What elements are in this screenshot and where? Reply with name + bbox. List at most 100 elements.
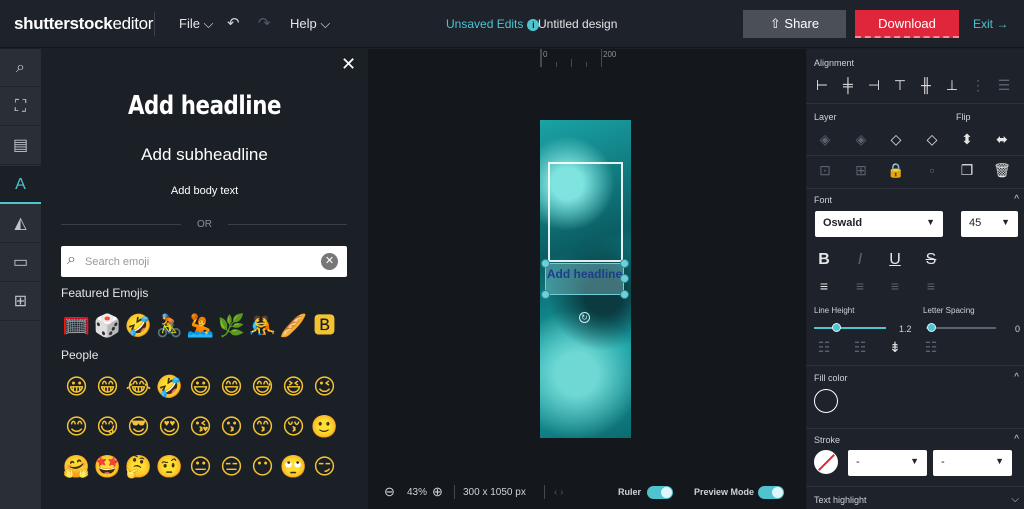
- clear-search-icon[interactable]: ✕: [321, 253, 338, 270]
- align-top-icon[interactable]: ⊤: [890, 77, 910, 94]
- emoji-item[interactable]: 😆: [278, 372, 309, 403]
- file-menu[interactable]: File ⌵: [179, 16, 213, 32]
- emoji-item[interactable]: 🥖: [278, 311, 309, 342]
- resize-handle[interactable]: [620, 290, 629, 299]
- zoom-level[interactable]: 43%: [407, 487, 427, 498]
- unsaved-edits-status[interactable]: Unsaved Edits i: [446, 17, 540, 31]
- emoji-item[interactable]: 😶: [247, 452, 278, 483]
- numbered-list-icon[interactable]: ☷: [850, 339, 870, 356]
- font-family-select[interactable]: Oswald ▼: [815, 211, 943, 237]
- emoji-item[interactable]: 😐: [185, 452, 216, 483]
- chevron-up-icon[interactable]: ^: [1014, 194, 1019, 205]
- app-logo[interactable]: shutterstockeditor: [14, 14, 153, 34]
- chevron-down-icon[interactable]: ⌵: [1011, 494, 1019, 505]
- zoom-out-icon[interactable]: ⊖: [384, 484, 395, 500]
- group-icon[interactable]: ⊡: [815, 162, 835, 179]
- add-subheadline-button[interactable]: Add subheadline: [41, 145, 368, 165]
- emoji-item[interactable]: 🅱: [309, 311, 340, 342]
- emoji-item[interactable]: 😍: [154, 412, 185, 443]
- add-body-text-button[interactable]: Add body text: [41, 185, 368, 197]
- emoji-item[interactable]: 🤣: [154, 372, 185, 403]
- align-center-icon[interactable]: ╪: [838, 77, 858, 93]
- distribute-horizontal-icon[interactable]: ⋮: [968, 77, 988, 94]
- send-backward-icon[interactable]: ◈: [851, 131, 871, 148]
- flip-vertical-icon[interactable]: ⬍: [957, 131, 977, 148]
- fill-color-swatch[interactable]: [814, 389, 838, 413]
- add-headline-button[interactable]: Add headline: [70, 91, 338, 121]
- text-align-center-icon[interactable]: ≡: [850, 278, 870, 294]
- emoji-item[interactable]: 😅: [247, 372, 278, 403]
- stroke-width-select[interactable]: - ▼: [848, 450, 927, 476]
- search-icon[interactable]: ⌕: [0, 49, 41, 87]
- chevron-up-icon[interactable]: ^: [1014, 434, 1019, 445]
- emoji-item[interactable]: 😁: [92, 372, 123, 403]
- underline-icon[interactable]: U: [885, 251, 905, 269]
- crop-object-icon[interactable]: ▫: [922, 162, 942, 178]
- folder-icon[interactable]: ▭: [0, 244, 41, 282]
- send-to-back-icon[interactable]: ◈: [815, 131, 835, 148]
- emoji-item[interactable]: 🤩: [92, 452, 123, 483]
- emoji-item[interactable]: 🤨: [154, 452, 185, 483]
- bring-to-front-icon[interactable]: ◇: [922, 131, 942, 148]
- resize-handle[interactable]: [541, 290, 550, 299]
- italic-icon[interactable]: I: [850, 251, 870, 269]
- emoji-item[interactable]: 😊: [61, 412, 92, 443]
- emoji-item[interactable]: 🌿: [216, 311, 247, 342]
- emoji-item[interactable]: 🙄: [278, 452, 309, 483]
- letter-spacing-thumb[interactable]: [927, 323, 936, 332]
- canvas-headline-text[interactable]: Add headline: [545, 267, 624, 281]
- share-button[interactable]: ⇧ Share: [743, 10, 846, 38]
- emoji-item[interactable]: 😂: [123, 372, 154, 403]
- line-height-thumb[interactable]: [832, 323, 841, 332]
- emoji-item[interactable]: 😀: [61, 372, 92, 403]
- text-icon[interactable]: A: [0, 166, 41, 204]
- stroke-color-swatch[interactable]: [814, 450, 838, 474]
- exit-link[interactable]: Exit →: [973, 17, 1008, 31]
- emoji-item[interactable]: 🎲: [92, 311, 123, 342]
- emoji-search-input[interactable]: [85, 252, 315, 271]
- emoji-item[interactable]: 😏: [309, 452, 340, 483]
- emoji-item[interactable]: 🥅: [61, 311, 92, 342]
- undo-icon[interactable]: ↶: [227, 14, 240, 32]
- text-align-right-icon[interactable]: ≡: [885, 278, 905, 294]
- font-size-select[interactable]: 45 ▼: [961, 211, 1018, 237]
- emoji-item[interactable]: 🤔: [123, 452, 154, 483]
- distribute-vertical-icon[interactable]: ☰: [994, 77, 1014, 94]
- bring-forward-icon[interactable]: ◇: [886, 131, 906, 148]
- emoji-item[interactable]: 😉: [309, 372, 340, 403]
- add-image-icon[interactable]: ⊞: [0, 283, 41, 321]
- emoji-item[interactable]: 😄: [216, 372, 247, 403]
- rotate-handle-icon[interactable]: ↻: [579, 312, 590, 323]
- emoji-item[interactable]: 😎: [123, 412, 154, 443]
- resize-handle[interactable]: [620, 259, 629, 268]
- document-title[interactable]: Untitled design: [538, 17, 617, 31]
- align-right-icon[interactable]: ⊣: [864, 77, 884, 94]
- emoji-item[interactable]: 🤣: [123, 311, 154, 342]
- align-left-icon[interactable]: ⊢: [812, 77, 832, 94]
- close-icon[interactable]: ✕: [341, 54, 356, 75]
- align-bottom-icon[interactable]: ⊥: [942, 77, 962, 94]
- template-icon[interactable]: ▤: [0, 127, 41, 165]
- emoji-item[interactable]: 🤗: [61, 452, 92, 483]
- letter-spacing-slider[interactable]: [926, 327, 996, 329]
- lock-icon[interactable]: 🔒: [886, 162, 906, 179]
- emoji-item[interactable]: 😘: [185, 412, 216, 443]
- emoji-item[interactable]: 🤼: [247, 311, 278, 342]
- bulleted-list-icon[interactable]: ☷: [814, 339, 834, 356]
- crop-icon[interactable]: ⛶: [0, 88, 41, 126]
- download-button[interactable]: Download: [855, 10, 959, 38]
- page-nav-icon[interactable]: ‹ ›: [554, 487, 563, 498]
- emoji-item[interactable]: 🚴: [154, 311, 185, 342]
- text-align-left-icon[interactable]: ≡: [814, 278, 834, 294]
- emoji-item[interactable]: 😋: [92, 412, 123, 443]
- emoji-item[interactable]: 😑: [216, 452, 247, 483]
- align-middle-icon[interactable]: ╫: [916, 77, 936, 93]
- help-menu[interactable]: Help ⌵: [290, 16, 330, 32]
- resize-handle[interactable]: [541, 259, 550, 268]
- emoji-item[interactable]: 🙂: [309, 412, 340, 443]
- shapes-icon[interactable]: ◭: [0, 205, 41, 243]
- emoji-item[interactable]: 🤽: [185, 311, 216, 342]
- resize-handle[interactable]: [620, 274, 629, 283]
- frame-shape[interactable]: [548, 162, 623, 262]
- outdent-icon[interactable]: ☷: [921, 339, 941, 356]
